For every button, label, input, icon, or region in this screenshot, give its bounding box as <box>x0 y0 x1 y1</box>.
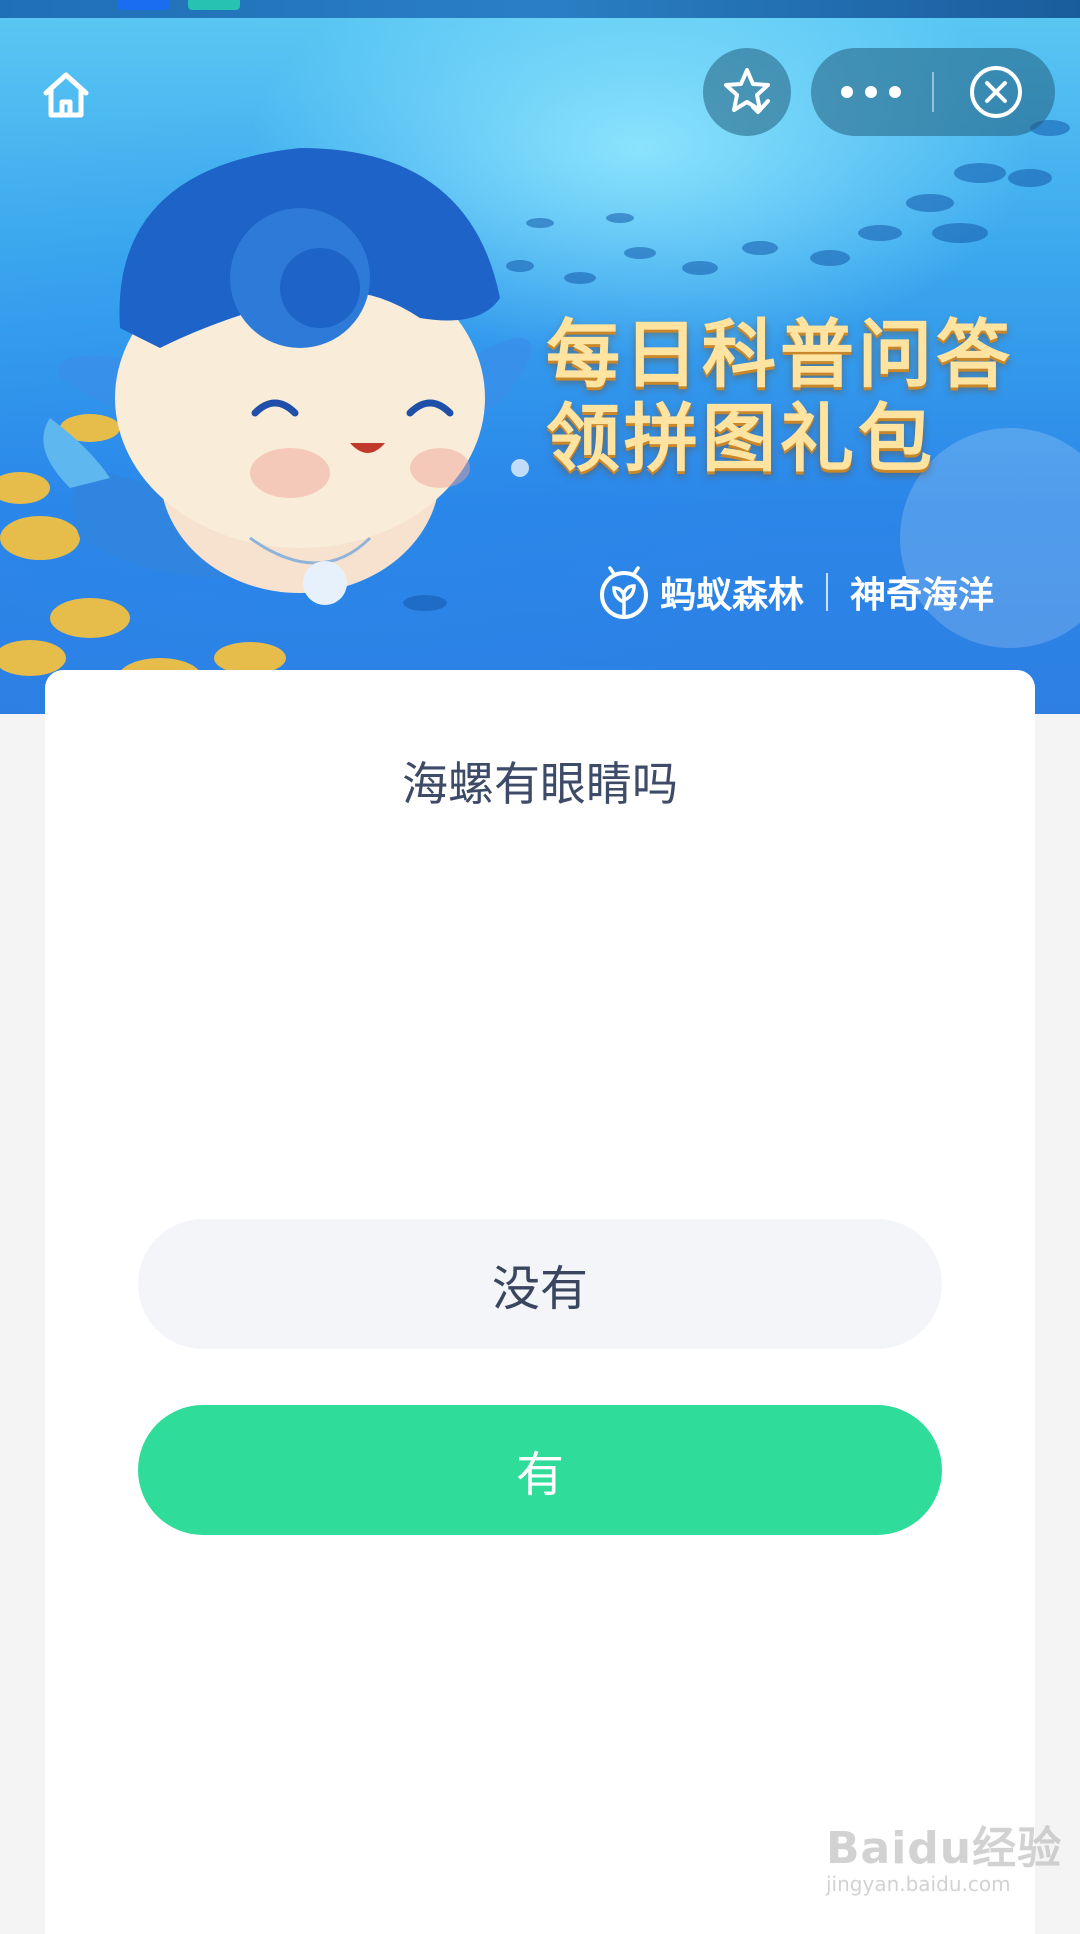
watermark-logo-text: Baidu经验 <box>826 1823 1063 1874</box>
watermark: Baidu经验 jingyan.baidu.com <box>826 1812 1062 1896</box>
banner: 每日科普问答 领拼图礼包 蚂蚁森林 神奇海洋 <box>0 18 1080 714</box>
brand-divider <box>826 573 829 611</box>
star-check-icon <box>724 68 770 114</box>
close-icon <box>970 66 1022 118</box>
mini-program-capsule <box>811 48 1055 136</box>
brand-primary: 蚂蚁森林 <box>660 575 805 616</box>
banner-headline: 每日科普问答 领拼图礼包 <box>546 313 1014 481</box>
brand-row: 蚂蚁森林 神奇海洋 <box>596 564 994 620</box>
favorite-button[interactable] <box>703 48 791 136</box>
home-icon <box>43 72 89 118</box>
close-button[interactable] <box>946 48 1046 136</box>
answer-option-label: 有 <box>515 1447 564 1503</box>
capsule-divider <box>932 72 934 112</box>
more-icon <box>841 86 901 98</box>
home-button[interactable] <box>34 63 98 127</box>
answer-option-yes[interactable]: 有 <box>138 1405 942 1535</box>
ant-forest-logo-icon <box>600 566 648 619</box>
status-bar <box>0 0 1080 18</box>
answer-option-no[interactable]: 没有 <box>138 1219 942 1349</box>
question-text: 海螺有眼睛吗 <box>402 757 678 811</box>
status-chip-blue <box>117 0 169 10</box>
status-chip-teal <box>188 0 240 10</box>
quiz-card: 海螺有眼睛吗 没有 有 <box>45 670 1035 1934</box>
brand-secondary: 神奇海洋 <box>850 575 995 616</box>
headline-line-1: 每日科普问答 <box>546 312 1014 398</box>
headline-line-2: 领拼图礼包 <box>546 396 936 482</box>
answer-option-label: 没有 <box>491 1261 588 1317</box>
more-button[interactable] <box>811 48 931 136</box>
